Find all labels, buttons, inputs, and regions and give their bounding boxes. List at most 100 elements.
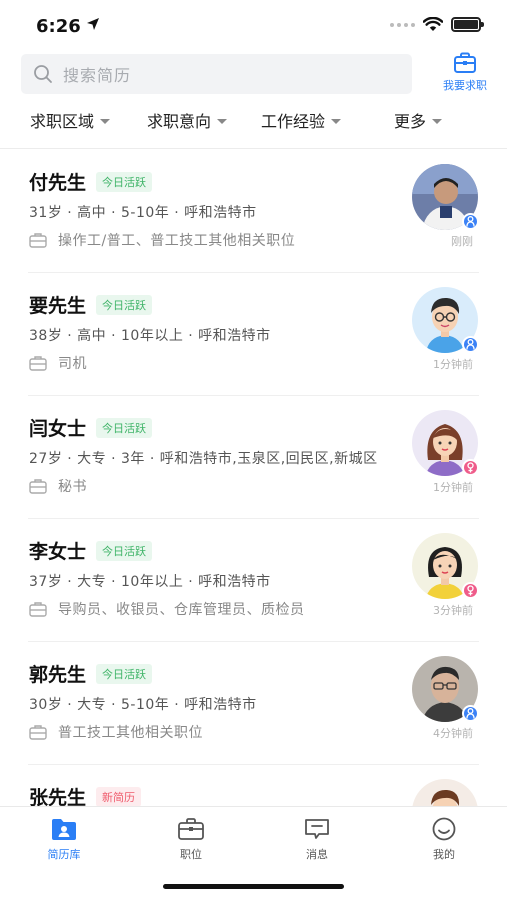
resume-card[interactable]: 李女士 今日活跃 37岁 · 大专 · 10年以上 · 呼和浩特市 导购员、收银… bbox=[0, 519, 507, 642]
status-badge: 今日活跃 bbox=[96, 171, 153, 192]
candidate-name: 张先生 bbox=[29, 787, 87, 806]
name-row: 张先生 新简历 bbox=[29, 783, 142, 806]
resume-card[interactable]: 郭先生 今日活跃 30岁 · 大专 · 5-10年 · 呼和浩特市 普工技工其他… bbox=[0, 642, 507, 765]
status-badge: 今日活跃 bbox=[96, 417, 153, 438]
female-icon bbox=[462, 459, 479, 476]
briefcase-icon bbox=[29, 725, 47, 740]
positions-text: 操作工/普工、普工技工其他相关职位 bbox=[58, 233, 296, 249]
filter-intention[interactable]: 求职意向 bbox=[147, 108, 228, 132]
name-row: 付先生 今日活跃 bbox=[29, 168, 153, 195]
avatar bbox=[412, 164, 479, 230]
candidate-info: 38岁 · 高中 · 10年以上 · 呼和浩特市 bbox=[29, 328, 271, 344]
caret-down-icon bbox=[432, 118, 443, 124]
resume-card[interactable]: 付先生 今日活跃 31岁 · 高中 · 5-10年 · 呼和浩特市 操作工/普工… bbox=[0, 150, 507, 273]
candidate-info: 31岁 · 高中 · 5-10年 · 呼和浩特市 bbox=[29, 205, 257, 221]
briefcase-icon bbox=[29, 602, 47, 617]
tab-label: 职位 bbox=[180, 848, 202, 861]
message-icon bbox=[305, 819, 329, 839]
positions-text: 导购员、收银员、仓库管理员、质检员 bbox=[58, 602, 305, 618]
female-icon bbox=[462, 582, 479, 599]
candidate-name: 付先生 bbox=[29, 172, 87, 194]
desired-positions: 普工技工其他相关职位 bbox=[29, 722, 203, 742]
tab-resume-library[interactable]: 简历库 bbox=[24, 817, 104, 862]
active-time: 1分钟前 bbox=[433, 481, 473, 494]
briefcase-icon bbox=[29, 479, 47, 494]
smile-icon bbox=[432, 817, 456, 841]
cellular-signal-icon bbox=[390, 22, 415, 27]
desired-positions: 秘书 bbox=[29, 476, 87, 496]
resume-library-icon bbox=[52, 819, 76, 840]
name-row: 李女士 今日活跃 bbox=[29, 537, 153, 564]
seek-job-label: 我要求职 bbox=[443, 79, 487, 92]
status-badge: 今日活跃 bbox=[96, 294, 153, 315]
avatar bbox=[412, 287, 479, 353]
resume-card[interactable]: 闫女士 今日活跃 27岁 · 大专 · 3年 · 呼和浩特市,玉泉区,回民区,新… bbox=[0, 396, 507, 519]
search-placeholder: 搜索简历 bbox=[63, 66, 132, 85]
avatar bbox=[412, 410, 479, 476]
candidate-name: 李女士 bbox=[29, 541, 87, 563]
candidate-info: 37岁 · 大专 · 10年以上 · 呼和浩特市 bbox=[29, 574, 271, 590]
avatar bbox=[412, 779, 478, 806]
tab-label: 我的 bbox=[433, 848, 455, 861]
briefcase-icon bbox=[454, 52, 476, 73]
avatar bbox=[412, 533, 479, 599]
status-time: 6:26 bbox=[36, 16, 81, 37]
status-badge: 今日活跃 bbox=[96, 540, 153, 561]
candidate-name: 要先生 bbox=[29, 295, 87, 317]
tab-label: 消息 bbox=[306, 848, 328, 861]
resume-list[interactable]: 付先生 今日活跃 31岁 · 高中 · 5-10年 · 呼和浩特市 操作工/普工… bbox=[0, 150, 507, 806]
caret-down-icon bbox=[100, 118, 111, 124]
tab-profile[interactable]: 我的 bbox=[404, 817, 484, 862]
divider bbox=[0, 148, 507, 149]
male-icon bbox=[462, 336, 479, 353]
male-icon bbox=[462, 705, 479, 722]
search-row: 搜索简历 我要求职 bbox=[21, 52, 495, 94]
briefcase-icon bbox=[29, 233, 47, 248]
candidate-name: 闫女士 bbox=[29, 418, 87, 440]
status-badge: 新简历 bbox=[96, 786, 142, 806]
desired-positions: 导购员、收银员、仓库管理员、质检员 bbox=[29, 599, 305, 619]
tab-jobs[interactable]: 职位 bbox=[151, 817, 231, 862]
filter-label: 求职区域 bbox=[30, 112, 95, 131]
avatar-cartoon-male bbox=[412, 779, 478, 806]
search-icon bbox=[34, 65, 52, 83]
tab-label: 简历库 bbox=[47, 848, 81, 861]
active-time: 1分钟前 bbox=[433, 358, 473, 371]
caret-down-icon bbox=[217, 118, 228, 124]
filter-label: 更多 bbox=[394, 112, 427, 131]
briefcase-icon bbox=[29, 356, 47, 371]
search-input[interactable]: 搜索简历 bbox=[21, 54, 412, 94]
wifi-icon bbox=[423, 17, 443, 31]
name-row: 闫女士 今日活跃 bbox=[29, 414, 153, 441]
candidate-info: 27岁 · 大专 · 3年 · 呼和浩特市,玉泉区,回民区,新城区 bbox=[29, 451, 378, 467]
desired-positions: 司机 bbox=[29, 353, 87, 373]
positions-text: 普工技工其他相关职位 bbox=[58, 725, 203, 741]
caret-down-icon bbox=[331, 118, 342, 124]
status-bar: 6:26 bbox=[0, 0, 507, 50]
male-icon bbox=[462, 213, 479, 230]
positions-text: 司机 bbox=[58, 356, 87, 372]
home-indicator[interactable] bbox=[163, 884, 344, 889]
briefcase-icon bbox=[178, 818, 204, 840]
active-time: 3分钟前 bbox=[433, 604, 473, 617]
battery-icon bbox=[451, 17, 484, 32]
name-row: 要先生 今日活跃 bbox=[29, 291, 153, 318]
filter-region[interactable]: 求职区域 bbox=[30, 108, 111, 132]
resume-card[interactable]: 张先生 新简历 bbox=[0, 765, 507, 806]
filter-experience[interactable]: 工作经验 bbox=[261, 108, 342, 132]
active-time: 4分钟前 bbox=[433, 727, 473, 740]
desired-positions: 操作工/普工、普工技工其他相关职位 bbox=[29, 230, 295, 250]
resume-card[interactable]: 要先生 今日活跃 38岁 · 高中 · 10年以上 · 呼和浩特市 司机 1分钟… bbox=[0, 273, 507, 396]
filter-more[interactable]: 更多 bbox=[394, 108, 443, 132]
filter-label: 求职意向 bbox=[147, 112, 212, 131]
location-arrow-icon bbox=[87, 18, 99, 30]
candidate-name: 郭先生 bbox=[29, 664, 87, 686]
positions-text: 秘书 bbox=[58, 479, 87, 495]
seek-job-button[interactable]: 我要求职 bbox=[435, 52, 495, 98]
filter-bar: 求职区域 求职意向 工作经验 更多 bbox=[0, 104, 507, 138]
tab-messages[interactable]: 消息 bbox=[277, 817, 357, 862]
candidate-info: 30岁 · 大专 · 5-10年 · 呼和浩特市 bbox=[29, 697, 257, 713]
status-badge: 今日活跃 bbox=[96, 663, 153, 684]
avatar bbox=[412, 656, 479, 722]
filter-label: 工作经验 bbox=[261, 112, 326, 131]
